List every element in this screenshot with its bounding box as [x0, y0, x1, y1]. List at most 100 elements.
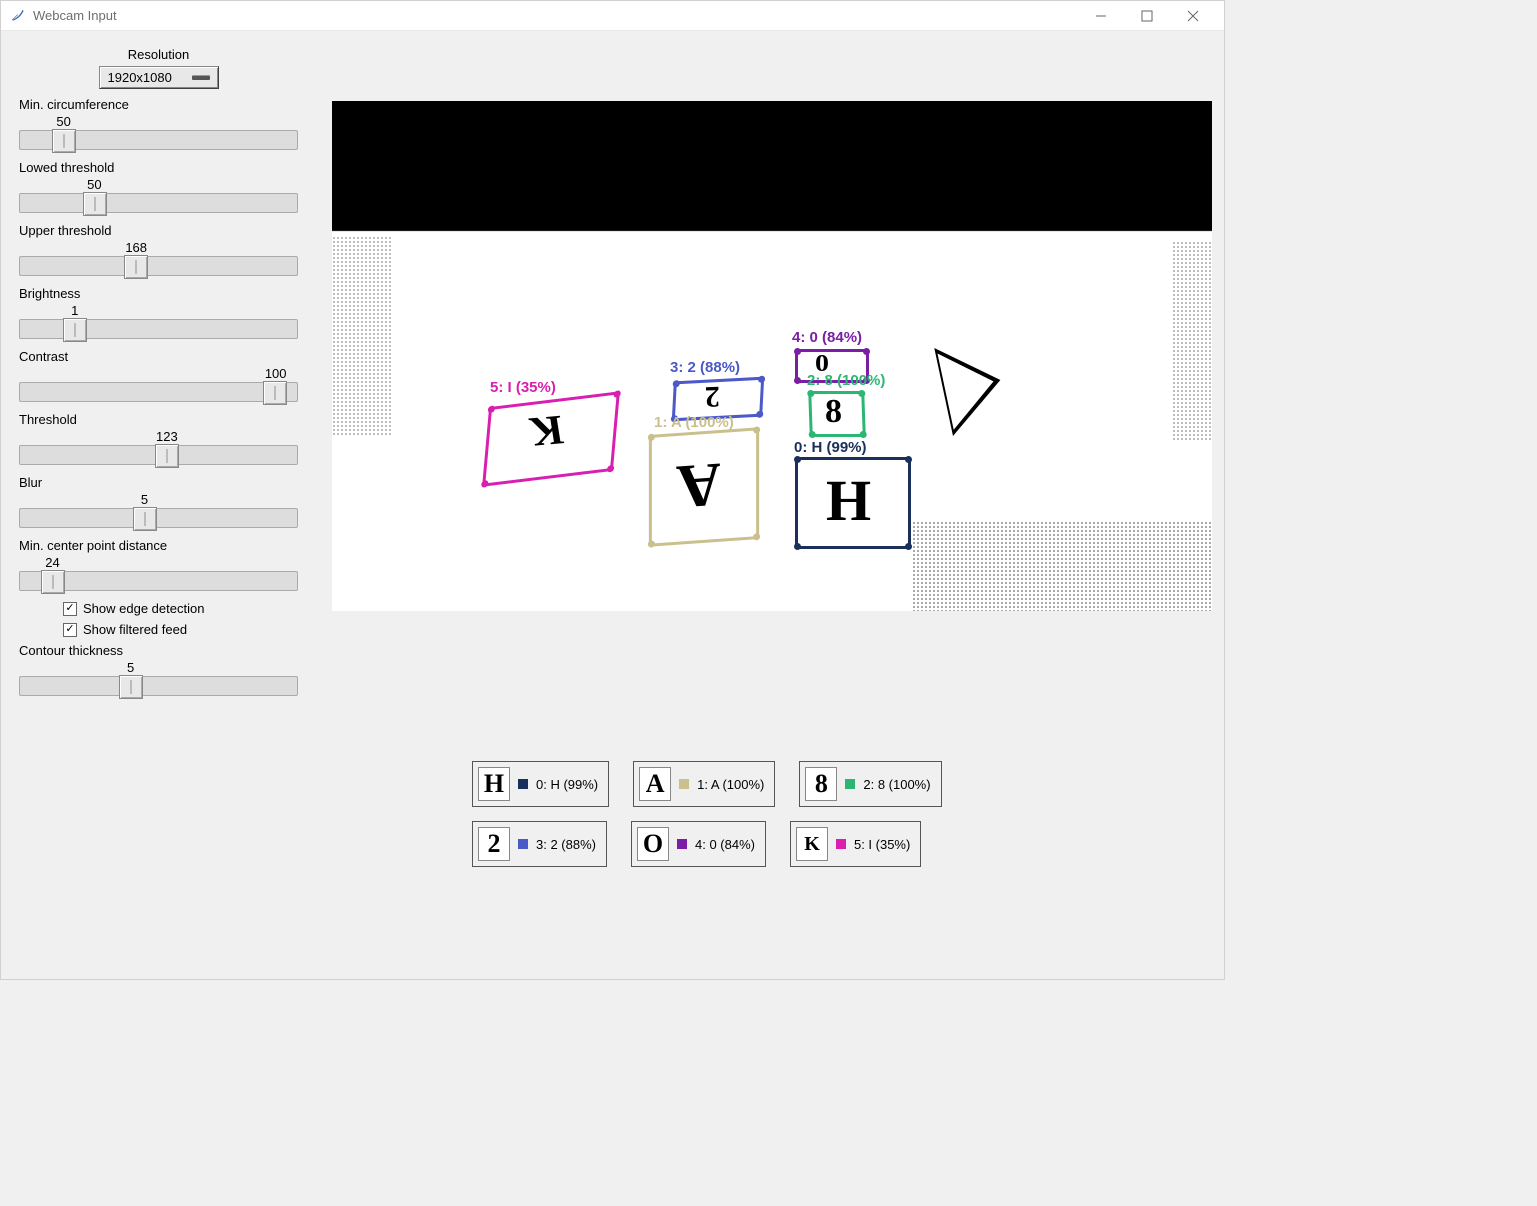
- noise-artifact: [912, 521, 1212, 611]
- result-item: 8 2: 8 (100%): [799, 761, 941, 807]
- lower-threshold-slider: Lowed threshold 50: [19, 160, 298, 213]
- color-swatch: [679, 779, 689, 789]
- color-swatch: [518, 839, 528, 849]
- results-list: H 0: H (99%) A 1: A (100%) 8 2: 8 (100%)…: [332, 761, 1012, 867]
- slider-label: Upper threshold: [19, 223, 298, 238]
- slider-value: 5: [127, 660, 134, 675]
- slider-label: Lowed threshold: [19, 160, 298, 175]
- slider-track[interactable]: [19, 193, 298, 213]
- slider-thumb[interactable]: [52, 129, 76, 153]
- dropdown-arrow-icon: [192, 76, 210, 80]
- slider-value: 123: [156, 429, 178, 444]
- contrast-slider: Contrast 100: [19, 349, 298, 402]
- slider-thumb[interactable]: [155, 444, 179, 468]
- slider-value: 100: [265, 366, 287, 381]
- result-text: 4: 0 (84%): [695, 837, 755, 852]
- result-item: O 4: 0 (84%): [631, 821, 766, 867]
- preview-panel: 5: I (35%) K 4: 0 (84%) 0 3: 2 (88%) 2: [316, 31, 1224, 979]
- color-swatch: [518, 779, 528, 789]
- result-text: 1: A (100%): [697, 777, 764, 792]
- show-edge-checkbox[interactable]: ✓ Show edge detection: [19, 601, 298, 616]
- checkbox-icon: ✓: [63, 623, 77, 637]
- app-window: Webcam Input Resolution 1920x1080 Min. c…: [0, 0, 1225, 980]
- maximize-button[interactable]: [1124, 1, 1170, 31]
- slider-label: Threshold: [19, 412, 298, 427]
- result-glyph: A: [639, 767, 671, 801]
- result-glyph: 8: [805, 767, 837, 801]
- slider-value: 24: [45, 555, 59, 570]
- titlebar: Webcam Input: [1, 1, 1224, 31]
- slider-label: Min. center point distance: [19, 538, 298, 553]
- slider-thumb[interactable]: [263, 381, 287, 405]
- resolution-value: 1920x1080: [108, 70, 172, 85]
- tk-feather-icon: [9, 8, 25, 24]
- slider-thumb[interactable]: [41, 570, 65, 594]
- detection-label-1: 1: A (100%): [654, 414, 734, 431]
- result-text: 2: 8 (100%): [863, 777, 930, 792]
- content-area: Resolution 1920x1080 Min. circumference …: [1, 31, 1224, 979]
- slider-thumb[interactable]: [124, 255, 148, 279]
- result-text: 5: I (35%): [854, 837, 910, 852]
- min-circumference-slider: Min. circumference 50: [19, 97, 298, 150]
- detection-label-4: 4: 0 (84%): [792, 329, 862, 346]
- window-title: Webcam Input: [33, 8, 1078, 23]
- color-swatch: [677, 839, 687, 849]
- detection-box-2: [808, 391, 866, 437]
- contour-thickness-slider: Contour thickness 5: [19, 643, 298, 696]
- slider-thumb[interactable]: [83, 192, 107, 216]
- result-glyph: O: [637, 827, 669, 861]
- slider-label: Contour thickness: [19, 643, 298, 658]
- slider-thumb[interactable]: [133, 507, 157, 531]
- detection-box-0: [795, 457, 911, 549]
- color-swatch: [845, 779, 855, 789]
- slider-track[interactable]: [19, 445, 298, 465]
- video-feed: 5: I (35%) K 4: 0 (84%) 0 3: 2 (88%) 2: [332, 101, 1212, 611]
- result-text: 0: H (99%): [536, 777, 598, 792]
- result-glyph: H: [478, 767, 510, 801]
- detection-label-0: 0: H (99%): [794, 439, 867, 456]
- slider-track[interactable]: [19, 571, 298, 591]
- resolution-label: Resolution: [19, 47, 298, 62]
- result-item: H 0: H (99%): [472, 761, 609, 807]
- minimize-button[interactable]: [1078, 1, 1124, 31]
- slider-thumb[interactable]: [63, 318, 87, 342]
- min-center-distance-slider: Min. center point distance 24: [19, 538, 298, 591]
- detection-box-1: [649, 427, 759, 546]
- noise-artifact: [1172, 241, 1212, 441]
- slider-label: Min. circumference: [19, 97, 298, 112]
- color-swatch: [836, 839, 846, 849]
- detection-label-2: 2: 8 (100%): [807, 372, 885, 389]
- result-item: A 1: A (100%): [633, 761, 775, 807]
- checkbox-label: Show filtered feed: [83, 622, 187, 637]
- slider-value: 5: [141, 492, 148, 507]
- resolution-dropdown[interactable]: 1920x1080: [99, 66, 219, 89]
- slider-track[interactable]: [19, 676, 298, 696]
- slider-track[interactable]: [19, 508, 298, 528]
- noise-artifact: [332, 236, 392, 436]
- upper-threshold-slider: Upper threshold 168: [19, 223, 298, 276]
- result-glyph: K: [796, 827, 828, 861]
- slider-track[interactable]: [19, 319, 298, 339]
- detection-label-3: 3: 2 (88%): [670, 359, 740, 376]
- slider-label: Contrast: [19, 349, 298, 364]
- show-filtered-checkbox[interactable]: ✓ Show filtered feed: [19, 622, 298, 637]
- slider-value: 50: [87, 177, 101, 192]
- detection-label-5: 5: I (35%): [490, 379, 556, 396]
- checkbox-label: Show edge detection: [83, 601, 204, 616]
- close-button[interactable]: [1170, 1, 1216, 31]
- slider-thumb[interactable]: [119, 675, 143, 699]
- blur-slider: Blur 5: [19, 475, 298, 528]
- result-text: 3: 2 (88%): [536, 837, 596, 852]
- slider-value: 168: [125, 240, 147, 255]
- result-glyph: 2: [478, 827, 510, 861]
- slider-track[interactable]: [19, 382, 298, 402]
- controls-panel: Resolution 1920x1080 Min. circumference …: [1, 31, 316, 979]
- slider-track[interactable]: [19, 256, 298, 276]
- resolution-group: Resolution 1920x1080: [19, 47, 298, 89]
- slider-value: 1: [71, 303, 78, 318]
- slider-track[interactable]: [19, 130, 298, 150]
- threshold-slider: Threshold 123: [19, 412, 298, 465]
- checkbox-icon: ✓: [63, 602, 77, 616]
- result-item: K 5: I (35%): [790, 821, 921, 867]
- result-item: 2 3: 2 (88%): [472, 821, 607, 867]
